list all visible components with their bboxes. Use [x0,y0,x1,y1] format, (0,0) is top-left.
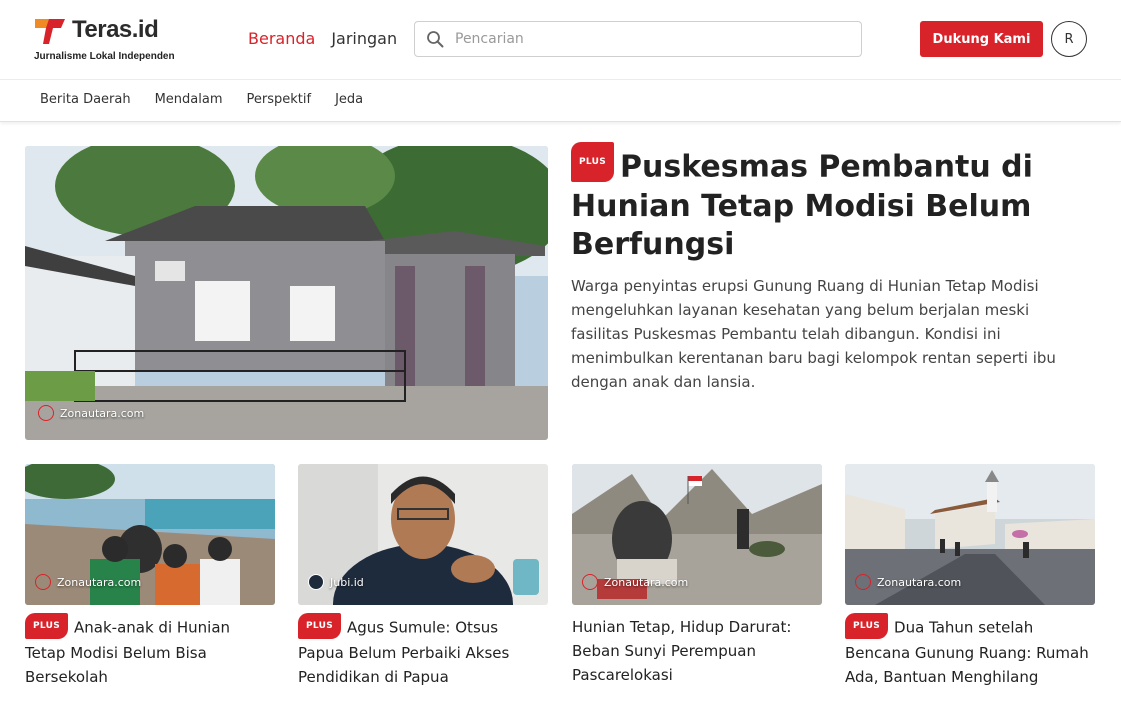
card-image[interactable]: Zonautara.com [25,464,275,605]
nav-item-jaringan[interactable]: Jaringan [331,29,397,48]
source-logo-icon [308,574,324,590]
nav-item-beranda[interactable]: Beranda [248,29,315,48]
plus-badge: PLUS [298,613,342,639]
credit-label: Zonautara.com [877,575,962,589]
featured-headline[interactable]: PLUS Puskesmas Pembantu di Hunian Tetap M… [571,142,1091,264]
category-item-jeda[interactable]: Jeda [335,92,363,107]
featured-title-text: Puskesmas Pembantu di Hunian Tetap Modis… [571,149,1033,263]
category-item-berita-daerah[interactable]: Berita Daerah [40,92,131,107]
card-image[interactable]: Zonautara.com [572,464,822,605]
category-item-perspektif[interactable]: Perspektif [247,92,312,107]
category-list: Berita Daerah Mendalam Perspektif Jeda [40,92,363,107]
logo-name: Teras.id [72,16,159,43]
source-logo-icon [35,574,51,590]
featured-credit: Zonautara.com [38,405,144,421]
site-logo[interactable]: Teras.id Jurnalisme Lokal Independen [32,14,192,64]
card-credit: Jubi.id [308,574,364,590]
card-credit: Zonautara.com [35,574,141,590]
credit-label: Zonautara.com [60,406,145,420]
search-box [414,21,862,57]
article-card[interactable]: Jubi.id PLUS Agus Sumule: Otsus Papua Bel… [298,464,548,689]
card-headline[interactable]: Hunian Tetap, Hidup Darurat: Beban Sunyi… [572,615,822,687]
article-card[interactable]: Zonautara.com PLUS Dua Tahun setelah Benc… [845,464,1095,689]
plus-badge: PLUS [25,613,69,639]
search-input[interactable] [455,28,845,50]
main-nav: Beranda Jaringan [248,29,397,48]
category-nav: Berita Daerah Mendalam Perspektif Jeda [0,80,1121,122]
card-title-text: Hunian Tetap, Hidup Darurat: Beban Sunyi… [572,618,792,684]
avatar[interactable]: R [1051,21,1087,57]
card-headline[interactable]: PLUS Agus Sumule: Otsus Papua Belum Perba… [298,613,548,689]
plus-badge: PLUS [845,613,889,639]
source-logo-icon [855,574,871,590]
card-headline[interactable]: PLUS Dua Tahun setelah Bencana Gunung Rua… [845,613,1095,689]
plus-badge: PLUS [571,142,615,182]
logo-mark-icon [35,19,65,44]
category-item-mendalam[interactable]: Mendalam [155,92,223,107]
card-image[interactable]: Jubi.id [298,464,548,605]
credit-label: Zonautara.com [57,575,142,589]
card-headline[interactable]: PLUS Anak-anak di Hunian Tetap Modisi Bel… [25,613,275,689]
card-credit: Zonautara.com [855,574,961,590]
article-card[interactable]: Zonautara.com PLUS Anak-anak di Hunian Te… [25,464,275,689]
featured-photo [25,146,548,440]
credit-label: Zonautara.com [604,575,689,589]
article-card[interactable]: Zonautara.com Hunian Tetap, Hidup Darura… [572,464,822,687]
site-header: Teras.id Jurnalisme Lokal Independen Ber… [0,0,1121,80]
source-logo-icon [38,405,54,421]
card-image[interactable]: Zonautara.com [845,464,1095,605]
search-icon[interactable] [426,30,444,48]
featured-image[interactable]: Zonautara.com [25,146,548,440]
source-logo-icon [582,574,598,590]
logo-tagline: Jurnalisme Lokal Independen [34,51,175,62]
card-credit: Zonautara.com [582,574,688,590]
support-button[interactable]: Dukung Kami [920,21,1043,57]
credit-label: Jubi.id [330,575,364,589]
featured-description: Warga penyintas erupsi Gunung Ruang di H… [571,277,1056,391]
